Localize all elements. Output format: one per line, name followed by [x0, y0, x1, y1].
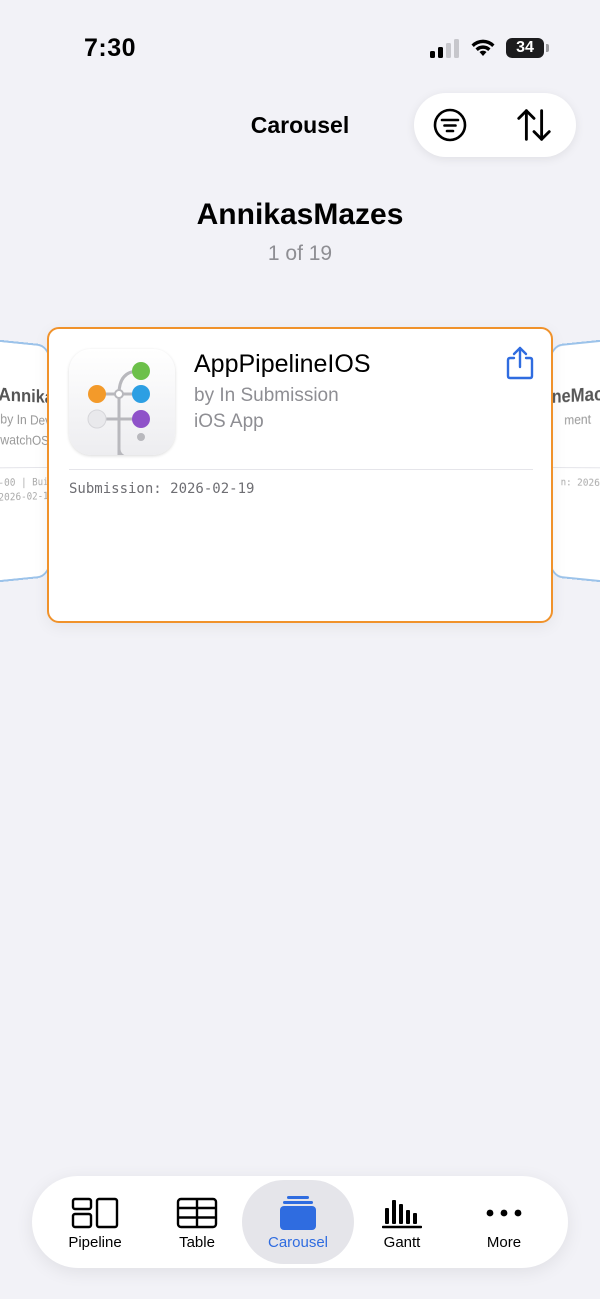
tab-label: Pipeline [68, 1234, 122, 1251]
card-type: iOS App [194, 411, 264, 432]
card-divider [69, 469, 533, 470]
cellular-signal-icon [430, 39, 459, 58]
table-icon [173, 1194, 221, 1232]
card-title: AppPipelineIOS [194, 350, 371, 378]
peek-meta: -00 | Buil [0, 476, 51, 490]
carousel-icon [274, 1194, 322, 1232]
sort-arrows-icon [517, 109, 551, 141]
peek-meta: 2026-02-18 [0, 490, 51, 504]
tab-label: Carousel [267, 1234, 329, 1251]
wifi-icon [471, 39, 495, 56]
share-button[interactable] [505, 345, 535, 381]
filter-circle-icon [433, 108, 467, 142]
more-icon [480, 1194, 528, 1232]
tab-more[interactable]: More [448, 1180, 560, 1264]
peek-title: neMac [551, 383, 600, 407]
carousel-card-current[interactable]: AppPipelineIOS by In Submission iOS App … [47, 327, 553, 623]
card-status: by In Submission [194, 385, 339, 406]
nav-actions [414, 93, 576, 157]
carousel-card-next[interactable]: neMac ment n: 2026-0 [550, 327, 600, 595]
app-pipeline-icon [69, 349, 175, 461]
tab-label: More [486, 1234, 522, 1251]
tab-label: Gantt [383, 1234, 421, 1251]
peek-by: by In Deve [0, 410, 51, 429]
battery-icon: 34 [506, 38, 544, 58]
tab-bar: Pipeline Table Carousel Gantt More [32, 1176, 568, 1268]
nav-title: Carousel [250, 112, 350, 138]
filter-button[interactable] [430, 105, 470, 145]
battery-level: 34 [516, 39, 534, 56]
battery-cap [546, 44, 549, 52]
gantt-icon [378, 1194, 426, 1232]
peek-meta: n: 2026-0 [560, 477, 600, 490]
peek-title: Annikas [0, 383, 51, 408]
pipeline-icon [71, 1194, 119, 1232]
peek-by: ment [564, 411, 592, 428]
tab-gantt[interactable]: Gantt [346, 1180, 458, 1264]
tab-label: Table [179, 1234, 215, 1251]
carousel-card-previous[interactable]: Annikas by In Deve watchOS A -00 | Buil … [0, 327, 51, 595]
peek-type: watchOS A [0, 431, 50, 448]
tab-pipeline[interactable]: Pipeline [39, 1180, 151, 1264]
peek-divider [551, 467, 600, 469]
sort-button[interactable] [514, 105, 554, 145]
card-submission-date: Submission: 2026-02-19 [69, 481, 255, 497]
share-icon [506, 346, 534, 380]
tab-table[interactable]: Table [141, 1180, 253, 1264]
peek-divider [0, 466, 51, 469]
project-title: AnnikasMazes [196, 198, 404, 231]
tab-carousel[interactable]: Carousel [242, 1180, 354, 1264]
carousel-position: 1 of 19 [267, 242, 333, 265]
status-bar: 7:30 34 [0, 0, 600, 96]
status-time: 7:30 [84, 34, 137, 62]
